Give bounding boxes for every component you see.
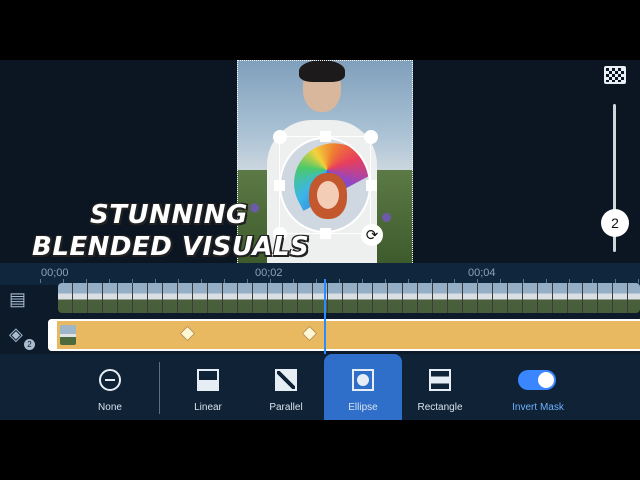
mask-editor: ⟳ STUNNING BLENDED VISUALS 2 00;00 00;02… bbox=[0, 60, 640, 420]
edge-handle-bottom[interactable] bbox=[320, 228, 331, 239]
mask-parallel-button[interactable]: Parallel bbox=[246, 354, 326, 420]
layer-count-badge: 2 bbox=[24, 339, 35, 350]
none-icon bbox=[99, 369, 121, 391]
checkerboard-icon[interactable] bbox=[604, 66, 626, 84]
mask-type-toolbar: None Linear Parallel Ellipse Rectangle I… bbox=[0, 354, 640, 420]
tool-label: Ellipse bbox=[348, 402, 378, 413]
ellipse-mask-layer[interactable] bbox=[279, 137, 371, 233]
main-video-track[interactable] bbox=[58, 283, 640, 313]
playhead[interactable] bbox=[324, 279, 326, 354]
tool-label: Rectangle bbox=[417, 402, 463, 413]
tool-label: None bbox=[98, 402, 122, 413]
time-label: 00;04 bbox=[468, 267, 496, 279]
ellipse-icon bbox=[352, 369, 374, 391]
corner-handle-top-right[interactable] bbox=[364, 130, 378, 144]
mask-rectangle-button[interactable]: Rectangle bbox=[400, 354, 480, 420]
time-label: 00;02 bbox=[255, 267, 283, 279]
edge-handle-top[interactable] bbox=[320, 131, 331, 142]
overlay-face bbox=[317, 181, 339, 209]
clip-thumbnail bbox=[60, 325, 76, 345]
letterbox-top bbox=[0, 0, 640, 60]
time-label: 00;00 bbox=[41, 267, 69, 279]
edge-handle-right[interactable] bbox=[366, 180, 377, 191]
parallel-icon bbox=[275, 369, 297, 391]
rectangle-icon bbox=[429, 369, 451, 391]
clip-trim-handle[interactable] bbox=[48, 319, 57, 351]
opacity-slider-knob[interactable]: 2 bbox=[601, 209, 629, 237]
overlay-clip-track[interactable] bbox=[48, 319, 640, 351]
mask-linear-button[interactable]: Linear bbox=[168, 354, 248, 420]
linear-icon bbox=[197, 369, 219, 391]
tool-label: Parallel bbox=[269, 402, 303, 413]
mask-ellipse-button[interactable]: Ellipse bbox=[324, 354, 402, 420]
letterbox-bottom bbox=[0, 420, 640, 480]
invert-mask-label: Invert Mask bbox=[512, 402, 564, 413]
edge-handle-left[interactable] bbox=[274, 180, 285, 191]
rotate-icon[interactable]: ⟳ bbox=[361, 224, 383, 246]
video-layer-icon[interactable]: ▤ bbox=[9, 289, 33, 309]
mask-none-button[interactable]: None bbox=[70, 354, 150, 420]
caption-line-2: BLENDED VISUALS bbox=[32, 232, 310, 262]
toolbar-divider bbox=[159, 362, 160, 414]
tool-label: Linear bbox=[194, 402, 222, 413]
invert-mask-toggle[interactable] bbox=[518, 370, 556, 390]
caption-line-1: STUNNING bbox=[90, 200, 248, 230]
corner-handle-top-left[interactable] bbox=[273, 130, 287, 144]
